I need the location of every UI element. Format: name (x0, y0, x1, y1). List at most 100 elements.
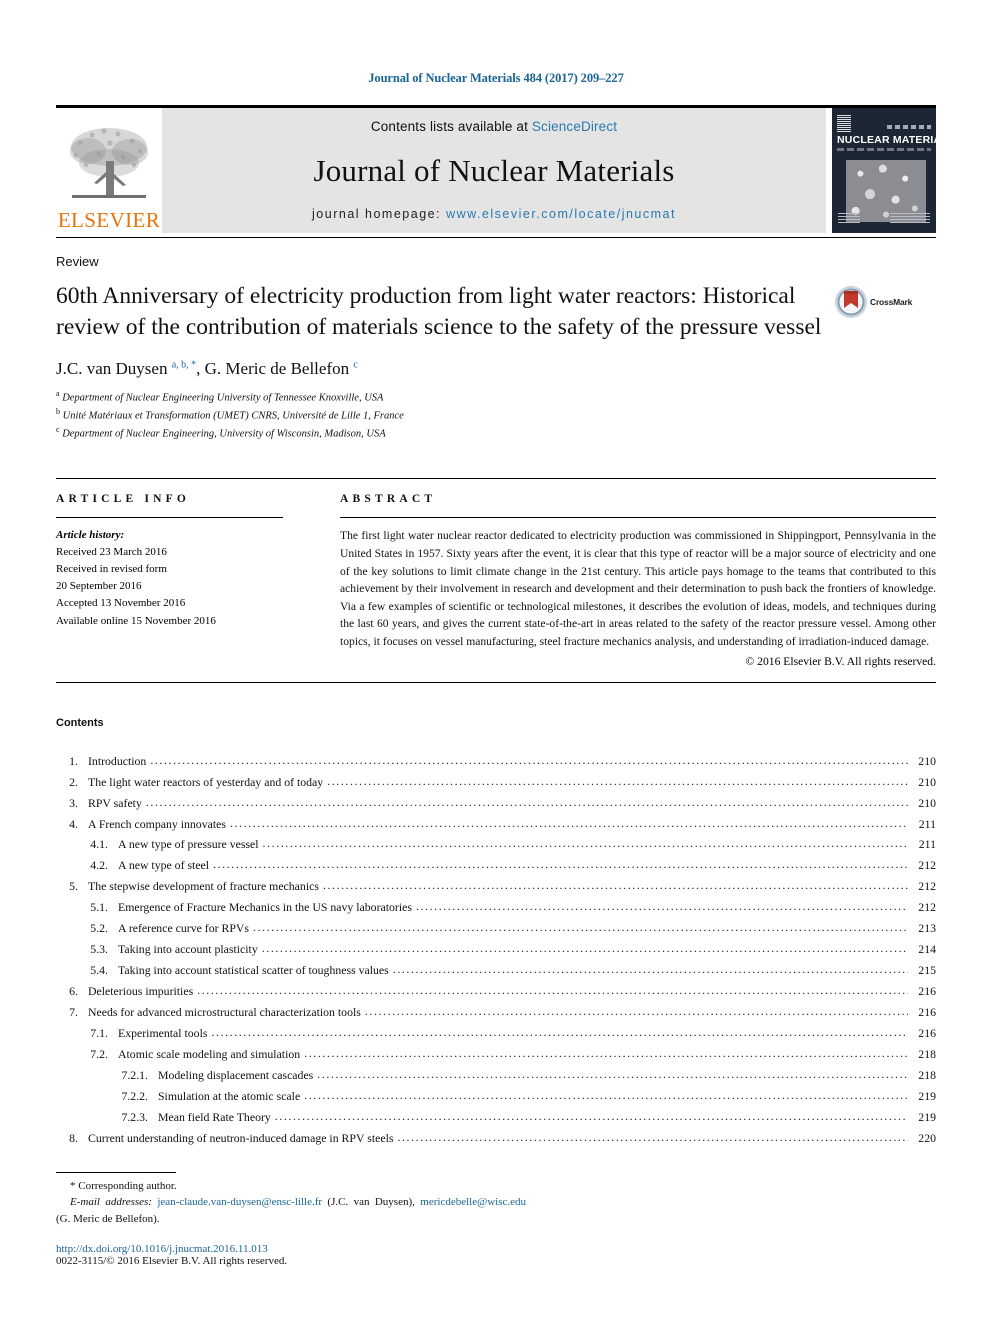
abstract-copyright: © 2016 Elsevier B.V. All rights reserved… (745, 654, 936, 668)
affiliation-marker: c (56, 425, 60, 435)
toc-entry-number: 4.1. (90, 837, 108, 852)
running-head: Journal of Nuclear Materials 484 (2017) … (368, 71, 624, 85)
cover-footer (838, 212, 930, 225)
toc-entry[interactable]: 5.1. Emergence of Fracture Mechanics in t… (56, 897, 936, 918)
toc-entry-number: 4.2. (90, 858, 108, 873)
toc-leader-dots: ........................................… (145, 794, 908, 809)
elsevier-wordmark: ELSEVIER (57, 207, 161, 232)
toc-entry[interactable]: 7.2. Atomic scale modeling and simulation… (56, 1044, 936, 1065)
toc-entry[interactable]: 5.4. Taking into account statistical scat… (56, 960, 936, 981)
toc-entry[interactable]: 2. The light water reactors of yesterday … (56, 772, 936, 793)
article-history-label: Article history: (56, 529, 125, 542)
toc-entry-number: 5.1. (90, 900, 108, 915)
abstract-rule (340, 517, 936, 519)
article-info-rule (56, 517, 283, 519)
email-link-1[interactable]: jean-claude.van-duysen@ensc-lille.fr (157, 1196, 322, 1208)
toc-entry-number: 5. (69, 879, 78, 894)
toc-entry-label: Experimental tools (118, 1026, 208, 1041)
toc-entry-page: 210 (918, 753, 936, 768)
toc-entry-page: 214 (918, 942, 936, 957)
sciencedirect-link[interactable]: ScienceDirect (532, 119, 617, 134)
toc-entry-number: 3. (69, 795, 78, 810)
toc-entry-label: The stepwise development of fracture mec… (88, 879, 319, 894)
toc-entry-number: 7.1. (90, 1026, 108, 1041)
toc-entry-label: Atomic scale modeling and simulation (118, 1047, 301, 1062)
toc-entry-label: A new type of pressure vessel (118, 837, 259, 852)
article-info-column: ARTICLE INFO Article history: Received 2… (56, 493, 336, 667)
journal-title: Journal of Nuclear Materials (313, 152, 675, 188)
toc-entry-number: 7.2. (90, 1047, 108, 1062)
toc-entry-label: RPV safety (88, 795, 142, 810)
contents-lists-line: Contents lists available at ScienceDirec… (371, 119, 617, 134)
cover-kicker-text (887, 124, 931, 129)
toc-entry-number: 5.3. (90, 942, 108, 957)
author-list: J.C. van Duysen a, b, *, G. Meric de Bel… (56, 358, 358, 378)
affiliation-marker: b (56, 406, 60, 416)
affiliation-marker: a (56, 388, 60, 398)
toc-leader-dots: ........................................… (213, 857, 908, 872)
toc-entry[interactable]: 7.1. Experimental tools..................… (56, 1023, 936, 1044)
journal-homepage-line: journal homepage: www.elsevier.com/locat… (312, 207, 676, 221)
toc-leader-dots: ........................................… (262, 836, 908, 851)
toc-entry-page: 212 (918, 879, 936, 894)
toc-entry[interactable]: 7.2.1. Modeling displacement cascades....… (56, 1065, 936, 1086)
email-owner-1: (J.C. van Duysen), (327, 1196, 415, 1208)
toc-leader-dots: ........................................… (327, 773, 908, 788)
toc-entry-page: 211 (918, 816, 936, 831)
toc-entry-number: 7.2.3. (121, 1110, 148, 1125)
toc-entry-page: 212 (918, 900, 936, 915)
contents-heading: Contents (56, 716, 104, 729)
issn-copyright-line: 0022-3115/© 2016 Elsevier B.V. All right… (56, 1255, 288, 1267)
toc-entry-label: Modeling displacement cascades (158, 1068, 314, 1083)
journal-homepage-link[interactable]: www.elsevier.com/locate/jnucmat (446, 207, 676, 221)
crossmark-badge[interactable]: CrossMark (834, 285, 912, 319)
toc-entry-number: 1. (69, 753, 78, 768)
doi-link[interactable]: http://dx.doi.org/10.1016/j.jnucmat.2016… (56, 1243, 526, 1255)
article-type: Review (56, 253, 99, 269)
email-addresses-label: E-mail addresses: (70, 1196, 152, 1208)
toc-leader-dots: ........................................… (253, 920, 908, 935)
toc-entry[interactable]: 4. A French company innovates............… (56, 814, 936, 835)
toc-entry[interactable]: 5. The stepwise development of fracture m… (56, 876, 936, 897)
toc-leader-dots: ........................................… (317, 1067, 908, 1082)
toc-entry-number: 7. (69, 1005, 78, 1020)
email-link-2[interactable]: mericdebelle@wisc.edu (420, 1196, 526, 1208)
toc-leader-dots: ........................................… (274, 1109, 908, 1124)
toc-entry[interactable]: 7.2.2. Simulation at the atomic scale....… (56, 1086, 936, 1107)
toc-entry-page: 218 (918, 1047, 936, 1062)
article-info-heading: ARTICLE INFO (56, 493, 191, 506)
corresponding-author-note: * Corresponding author. (70, 1179, 177, 1192)
toc-entry-label: Emergence of Fracture Mechanics in the U… (118, 900, 412, 915)
cover-footer-mark-left (838, 212, 860, 225)
toc-leader-dots: ........................................… (415, 899, 908, 914)
toc-entry[interactable]: 1. Introduction..........................… (56, 751, 936, 772)
toc-entry[interactable]: 4.1. A new type of pressure vessel.......… (56, 834, 936, 855)
toc-entry[interactable]: 7.2.3. Mean field Rate Theory............… (56, 1107, 936, 1128)
toc-entry-page: 219 (918, 1110, 936, 1125)
toc-entry-number: 8. (69, 1131, 78, 1146)
abstract-bottom-rule (56, 681, 936, 683)
toc-entry[interactable]: 4.2. A new type of steel.................… (56, 855, 936, 876)
toc-entry[interactable]: 5.3. Taking into account plasticity......… (56, 939, 936, 960)
toc-entry-page: 216 (918, 984, 936, 999)
toc-entry-page: 211 (918, 837, 936, 852)
article-history-item: 20 September 2016 (56, 580, 142, 593)
toc-entry[interactable]: 6. Deleterious impurities................… (56, 981, 936, 1002)
affiliation-text: Department of Nuclear Engineering Univer… (62, 392, 384, 404)
affiliation-item: c Department of Nuclear Engineering, Uni… (56, 424, 936, 442)
abstract-text: The first light water nuclear reactor de… (340, 529, 936, 648)
journal-cover-thumbnail: NUCLEAR MATERIALS (832, 107, 936, 233)
article-history-item: Accepted 13 November 2016 (56, 597, 186, 610)
toc-entry-label: A new type of steel (118, 858, 210, 873)
toc-entry[interactable]: 3. RPV safety............................… (56, 793, 936, 814)
toc-entry[interactable]: 7. Needs for advanced microstructural cha… (56, 1002, 936, 1023)
footnote-rule (56, 1171, 176, 1173)
toc-leader-dots: ........................................… (211, 1025, 908, 1040)
email-owner-2: (G. Meric de Bellefon). (56, 1212, 160, 1225)
toc-entry[interactable]: 5.2. A reference curve for RPVs..........… (56, 918, 936, 939)
contents-lists-prefix: Contents lists available at (370, 118, 532, 134)
email-addresses-note: E-mail addresses: jean-claude.van-duysen… (56, 1194, 526, 1227)
toc-entry[interactable]: 8. Current understanding of neutron-induc… (56, 1128, 936, 1149)
affiliation-item: b Unité Matériaux et Transformation (UME… (56, 406, 936, 424)
toc-entry-number: 5.2. (90, 921, 108, 936)
